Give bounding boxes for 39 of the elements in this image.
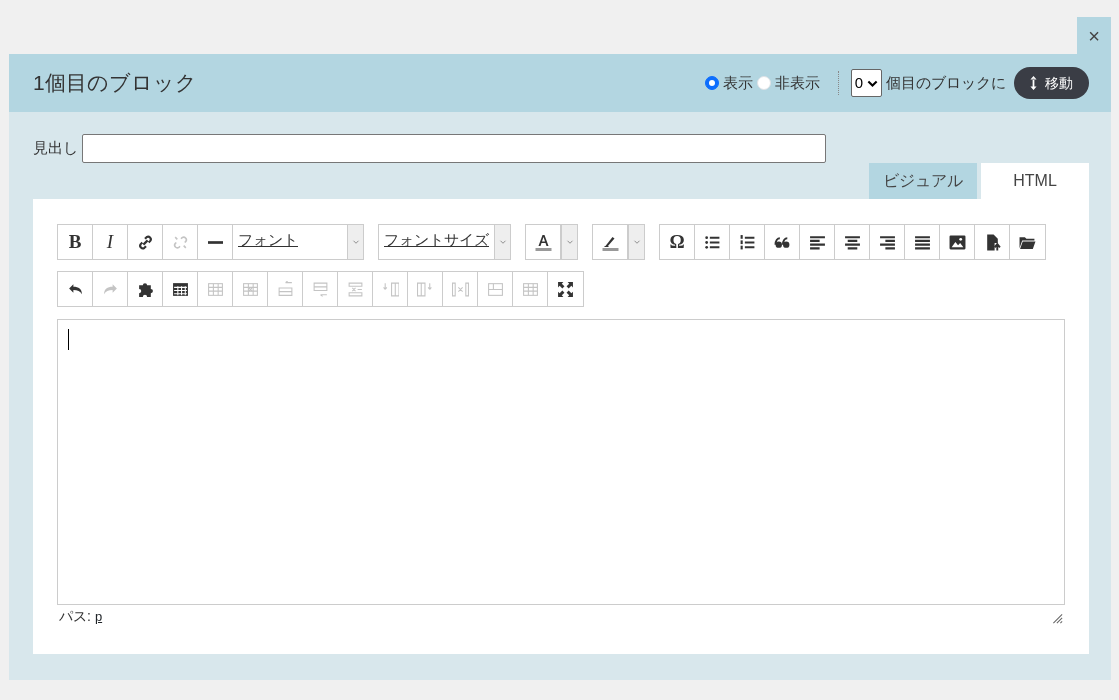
table-grid-icon xyxy=(521,280,539,298)
align-right-icon xyxy=(878,233,896,251)
text-cursor xyxy=(68,329,69,350)
table-row-icon xyxy=(276,280,294,298)
block-title: 1個目のブロック xyxy=(33,70,197,97)
heading-label: 見出し xyxy=(33,138,78,159)
puzzle-icon xyxy=(136,280,154,298)
visibility-radio[interactable] xyxy=(704,76,719,90)
close-button[interactable]: × xyxy=(1077,17,1111,54)
table-grid-icon xyxy=(241,280,259,298)
editor-tab[interactable]: HTML xyxy=(981,163,1089,199)
position-label: 個目のブロックに xyxy=(886,72,1006,93)
broken-link-icon xyxy=(171,233,189,251)
table-grid-icon xyxy=(206,280,224,298)
table-row-icon xyxy=(346,280,364,298)
table-row-icon xyxy=(311,280,329,298)
path-link[interactable]: p xyxy=(94,606,103,627)
table-column-icon xyxy=(381,280,399,298)
justify-icon xyxy=(913,233,931,251)
image-icon xyxy=(948,233,966,251)
move-button[interactable]: 移動 xyxy=(1014,67,1089,99)
visibility-label: 非表示 xyxy=(774,72,820,93)
align-center-icon xyxy=(843,233,861,251)
numbered-list-icon xyxy=(738,233,756,251)
table-grid-icon xyxy=(486,280,504,298)
table-icon xyxy=(171,280,189,298)
path-label: パス: xyxy=(59,607,91,626)
position-select[interactable]: 0 xyxy=(850,69,882,97)
table-column-icon xyxy=(416,280,434,298)
expand-icon xyxy=(557,280,574,298)
editor-tab[interactable]: ビジュアル xyxy=(869,163,977,199)
link-icon xyxy=(136,233,154,251)
bulleted-list-icon xyxy=(703,233,721,251)
table-column-icon xyxy=(451,280,469,298)
align-left-icon xyxy=(808,233,826,251)
text-color-icon xyxy=(534,233,552,251)
visibility-label: 表示 xyxy=(722,72,753,93)
vertical-arrows-icon xyxy=(1030,76,1037,90)
heading-input[interactable] xyxy=(82,134,826,163)
